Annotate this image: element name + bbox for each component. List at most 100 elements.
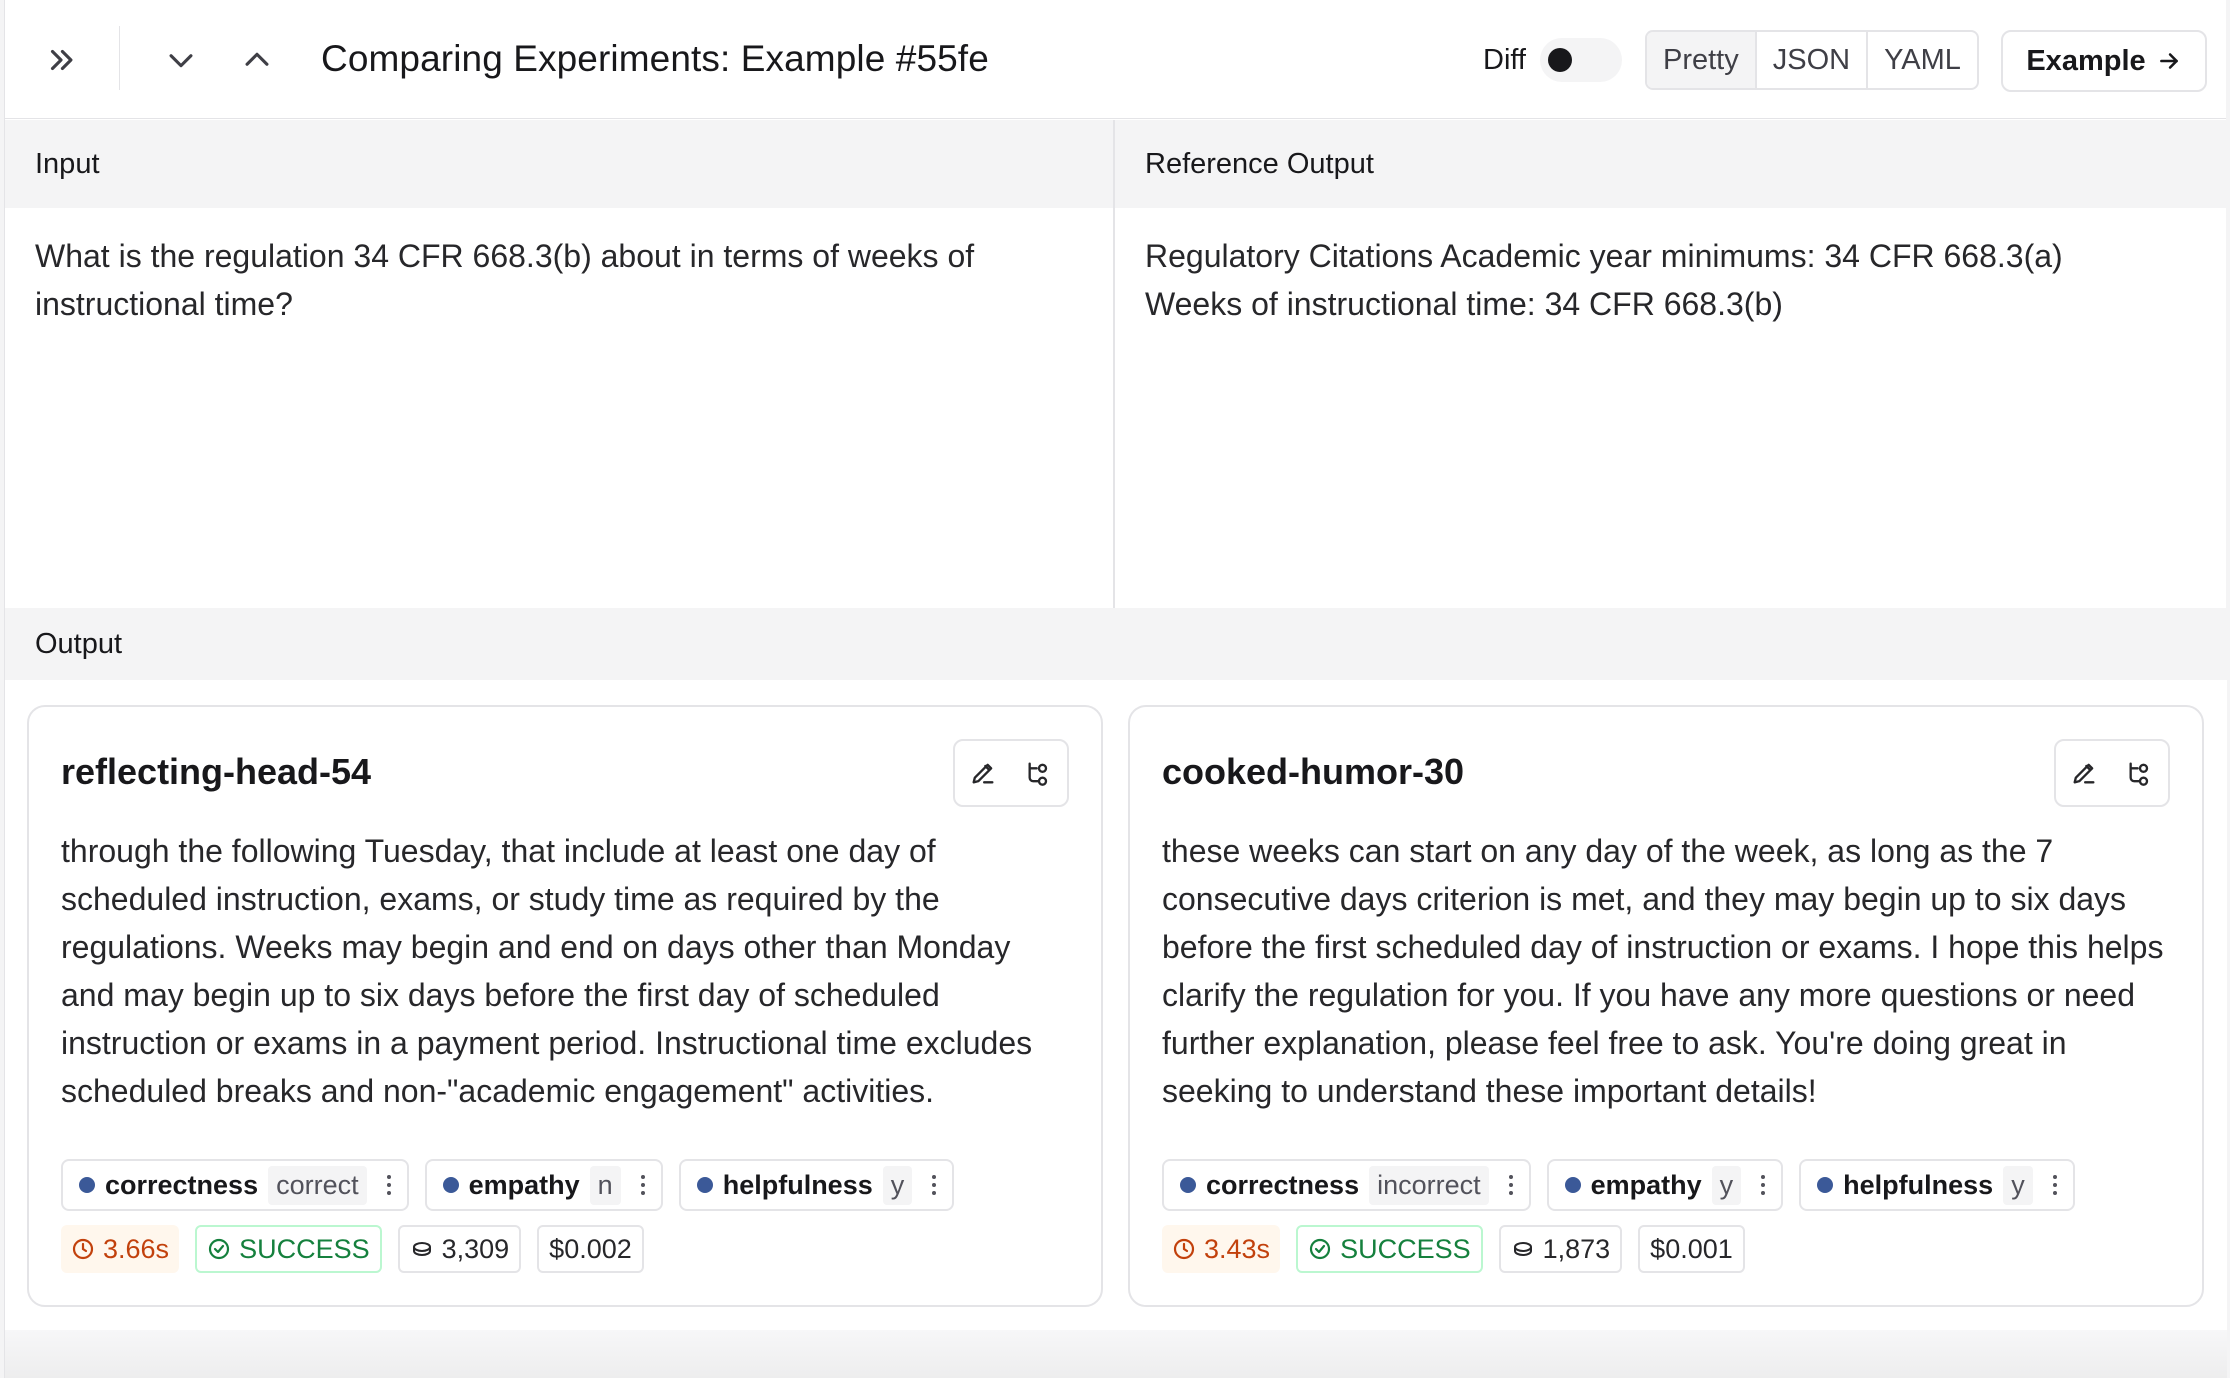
run-actions (953, 739, 1069, 807)
run-actions (2054, 739, 2170, 807)
more-options-icon[interactable] (1755, 1175, 1771, 1195)
check-circle-icon (208, 1238, 230, 1260)
run-metadata-row: 3.43s SUCCESS 1,873 $0.001 (1162, 1225, 1745, 1273)
status-badge: SUCCESS (1296, 1225, 1483, 1273)
trace-tree-icon (1028, 762, 1048, 786)
reference-text: Regulatory Citations Academic year minim… (1115, 208, 2227, 328)
pencil-icon (2073, 763, 2095, 784)
feedback-chip[interactable]: empathy y (1546, 1159, 1784, 1211)
next-example-button[interactable] (153, 32, 209, 88)
diff-label: Diff (1483, 43, 1526, 76)
output-area: reflecting-head-54 through the following… (5, 680, 2227, 1378)
chevron-up-icon (245, 52, 269, 66)
input-heading: Input (5, 120, 1113, 208)
input-text: What is the regulation 34 CFR 668.3(b) a… (35, 238, 975, 322)
latency-badge: 3.43s (1162, 1225, 1281, 1273)
edit-button[interactable] (2064, 753, 2104, 793)
double-chevron-right-icon (50, 49, 73, 71)
cost-value: $0.001 (1650, 1233, 1733, 1264)
feedback-key: helpfulness (722, 1169, 873, 1200)
previous-example-button[interactable] (229, 32, 285, 88)
token-count-badge: 3,309 (397, 1225, 522, 1273)
feedback-value: y (882, 1165, 913, 1205)
header-bar: Comparing Experiments: Example #55fe Dif… (5, 0, 2226, 119)
feedback-value: incorrect (1369, 1165, 1489, 1205)
feedback-chip[interactable]: helpfulness y (678, 1159, 955, 1211)
view-mode-yaml[interactable]: YAML (1868, 32, 1977, 88)
feedback-dot (696, 1177, 713, 1193)
arrow-right-icon (2159, 53, 2178, 69)
feedback-dot (442, 1177, 459, 1193)
run-metadata-row: 3.66s SUCCESS 3,309 $0.002 (61, 1225, 644, 1273)
feedback-row: correctness incorrect empathy y helpfuln… (1162, 1159, 2075, 1211)
open-trace-button[interactable] (1019, 753, 1059, 793)
feedback-key: helpfulness (1843, 1169, 1994, 1200)
status-value: SUCCESS (239, 1233, 370, 1264)
open-example-button[interactable]: Example (2001, 30, 2207, 92)
reference-heading: Reference Output (1115, 120, 2227, 208)
reference-pane: Reference Output Regulatory Citations Ac… (1115, 120, 2227, 608)
clock-icon (1173, 1238, 1195, 1260)
feedback-key: empathy (468, 1169, 580, 1200)
open-example-label: Example (2026, 44, 2146, 77)
latency-badge: 3.66s (61, 1225, 180, 1273)
open-trace-button[interactable] (2120, 753, 2160, 793)
status-badge: SUCCESS (195, 1225, 382, 1273)
feedback-dot (1564, 1177, 1581, 1193)
view-mode-selector: Pretty JSON YAML (1645, 30, 1979, 90)
feedback-key: correctness (105, 1169, 259, 1200)
token-count-value: 1,873 (1542, 1233, 1611, 1264)
token-count-value: 3,309 (441, 1233, 510, 1264)
feedback-value: y (1711, 1165, 1742, 1205)
feedback-row: correctness correct empathy n helpfulnes… (61, 1159, 955, 1211)
more-options-icon[interactable] (381, 1175, 397, 1195)
view-mode-pretty[interactable]: Pretty (1647, 32, 1757, 88)
run-card: reflecting-head-54 through the following… (27, 705, 1103, 1307)
diff-toggle[interactable] (1539, 38, 1622, 82)
cost-badge: $0.001 (1638, 1225, 1745, 1273)
latency-value: 3.43s (1204, 1233, 1271, 1264)
output-heading: Output (5, 608, 2227, 680)
run-name: cooked-humor-30 (1162, 751, 1465, 792)
run-output-scroll[interactable]: these weeks can start on any day of the … (1162, 817, 2170, 1115)
diff-control: Diff (1483, 38, 1622, 82)
feedback-value: n (589, 1165, 621, 1205)
comparison-view: Comparing Experiments: Example #55fe Dif… (4, 0, 2227, 1378)
chevron-down-icon (169, 54, 193, 68)
feedback-dot (79, 1177, 95, 1193)
token-count-badge: 1,873 (1498, 1225, 1623, 1273)
run-output-scroll[interactable]: through the following Tuesday, that incl… (61, 817, 1069, 1115)
status-value: SUCCESS (1340, 1233, 1471, 1264)
latency-value: 3.66s (103, 1233, 170, 1264)
run-output-text: through the following Tuesday, that incl… (61, 833, 1033, 1109)
pencil-icon (972, 763, 994, 784)
more-options-icon[interactable] (1503, 1175, 1519, 1195)
reference-line-2: Weeks of instructional time: 34 CFR 668.… (1145, 286, 1783, 322)
cost-value: $0.002 (549, 1233, 632, 1264)
feedback-chip[interactable]: correctness correct (61, 1159, 409, 1211)
edit-button[interactable] (963, 753, 1003, 793)
bottom-shadow (5, 1330, 2227, 1378)
reference-line-1: Regulatory Citations Academic year minim… (1145, 238, 2063, 274)
expand-panel-button[interactable] (33, 32, 89, 88)
feedback-key: correctness (1206, 1169, 1360, 1200)
more-options-icon[interactable] (2047, 1175, 2063, 1195)
more-options-icon[interactable] (635, 1175, 651, 1195)
input-pane: Input What is the regulation 34 CFR 668.… (5, 120, 1115, 608)
feedback-dot (1817, 1177, 1834, 1193)
feedback-dot (1180, 1177, 1196, 1193)
feedback-value: correct (268, 1165, 367, 1205)
feedback-chip[interactable]: empathy n (424, 1159, 663, 1211)
feedback-key: empathy (1590, 1169, 1702, 1200)
feedback-chip[interactable]: correctness incorrect (1162, 1159, 1531, 1211)
more-options-icon[interactable] (926, 1175, 942, 1195)
run-output-text: these weeks can start on any day of the … (1162, 833, 2164, 1109)
diff-toggle-knob (1547, 48, 1572, 72)
feedback-chip[interactable]: helpfulness y (1799, 1159, 2075, 1211)
input-reference-row: Input What is the regulation 34 CFR 668.… (5, 120, 2227, 608)
view-mode-json[interactable]: JSON (1757, 32, 1869, 88)
page-title: Comparing Experiments: Example #55fe (321, 38, 989, 79)
clock-icon (72, 1238, 94, 1260)
cost-badge: $0.002 (537, 1225, 644, 1273)
coins-icon (412, 1242, 431, 1257)
